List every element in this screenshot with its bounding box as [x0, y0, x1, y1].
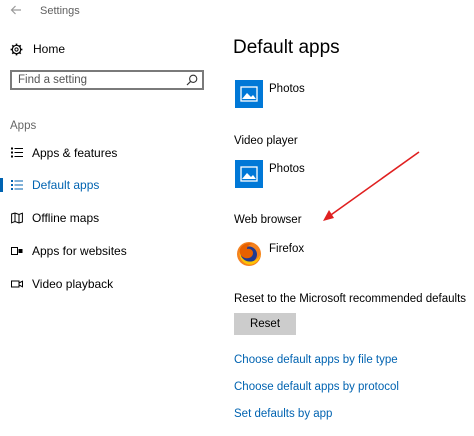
map-icon [11, 212, 23, 224]
home-nav-item[interactable]: Home [10, 40, 65, 58]
active-indicator [0, 178, 3, 192]
sidebar-item-video-playback[interactable]: Video playback [0, 273, 222, 295]
sidebar: Home Apps Apps & features Defaul [0, 0, 222, 436]
link-default-apps-by-protocol[interactable]: Choose default apps by protocol [234, 381, 399, 393]
list-icon [11, 147, 23, 158]
sidebar-item-offline-maps[interactable]: Offline maps [0, 207, 222, 229]
sidebar-item-apps-for-websites[interactable]: Apps for websites [0, 240, 222, 262]
default-apps-icon [11, 180, 23, 190]
sidebar-item-label: Apps for websites [32, 244, 127, 258]
web-browser-app-name: Firefox [269, 243, 305, 255]
link-default-apps-by-file-type[interactable]: Choose default apps by file type [234, 354, 398, 366]
video-icon [11, 280, 23, 288]
firefox-icon [237, 242, 261, 266]
search-icon[interactable] [186, 74, 198, 86]
link-set-defaults-by-app[interactable]: Set defaults by app [234, 408, 332, 420]
search-box[interactable] [10, 70, 204, 90]
video-player-label: Video player [234, 135, 298, 147]
sidebar-item-label: Offline maps [32, 211, 100, 225]
photos-icon [240, 166, 258, 182]
photo-viewer-app-name: Photos [269, 83, 305, 95]
reset-label: Reset to the Microsoft recommended defau… [234, 293, 467, 305]
web-apps-icon [11, 247, 23, 255]
gear-icon [10, 43, 23, 55]
video-photos-app-tile[interactable] [235, 160, 263, 188]
sidebar-item-label: Default apps [32, 178, 100, 192]
sidebar-item-label: Video playback [32, 277, 114, 291]
web-browser-label: Web browser [234, 214, 302, 226]
sidebar-item-default-apps[interactable]: Default apps [0, 174, 222, 196]
photos-icon [240, 86, 258, 102]
page-title: Default apps [233, 37, 340, 58]
reset-button[interactable]: Reset [234, 313, 296, 335]
main-content: Default apps Photos Video player Photos … [222, 0, 474, 436]
firefox-app-tile[interactable] [235, 240, 263, 268]
home-label: Home [33, 42, 66, 56]
video-player-app-name: Photos [269, 163, 305, 175]
section-label: Apps [10, 120, 37, 132]
sidebar-item-label: Apps & features [32, 146, 118, 160]
sidebar-item-apps-features[interactable]: Apps & features [0, 142, 222, 164]
search-input[interactable] [12, 72, 188, 88]
photos-app-tile[interactable] [235, 80, 263, 108]
